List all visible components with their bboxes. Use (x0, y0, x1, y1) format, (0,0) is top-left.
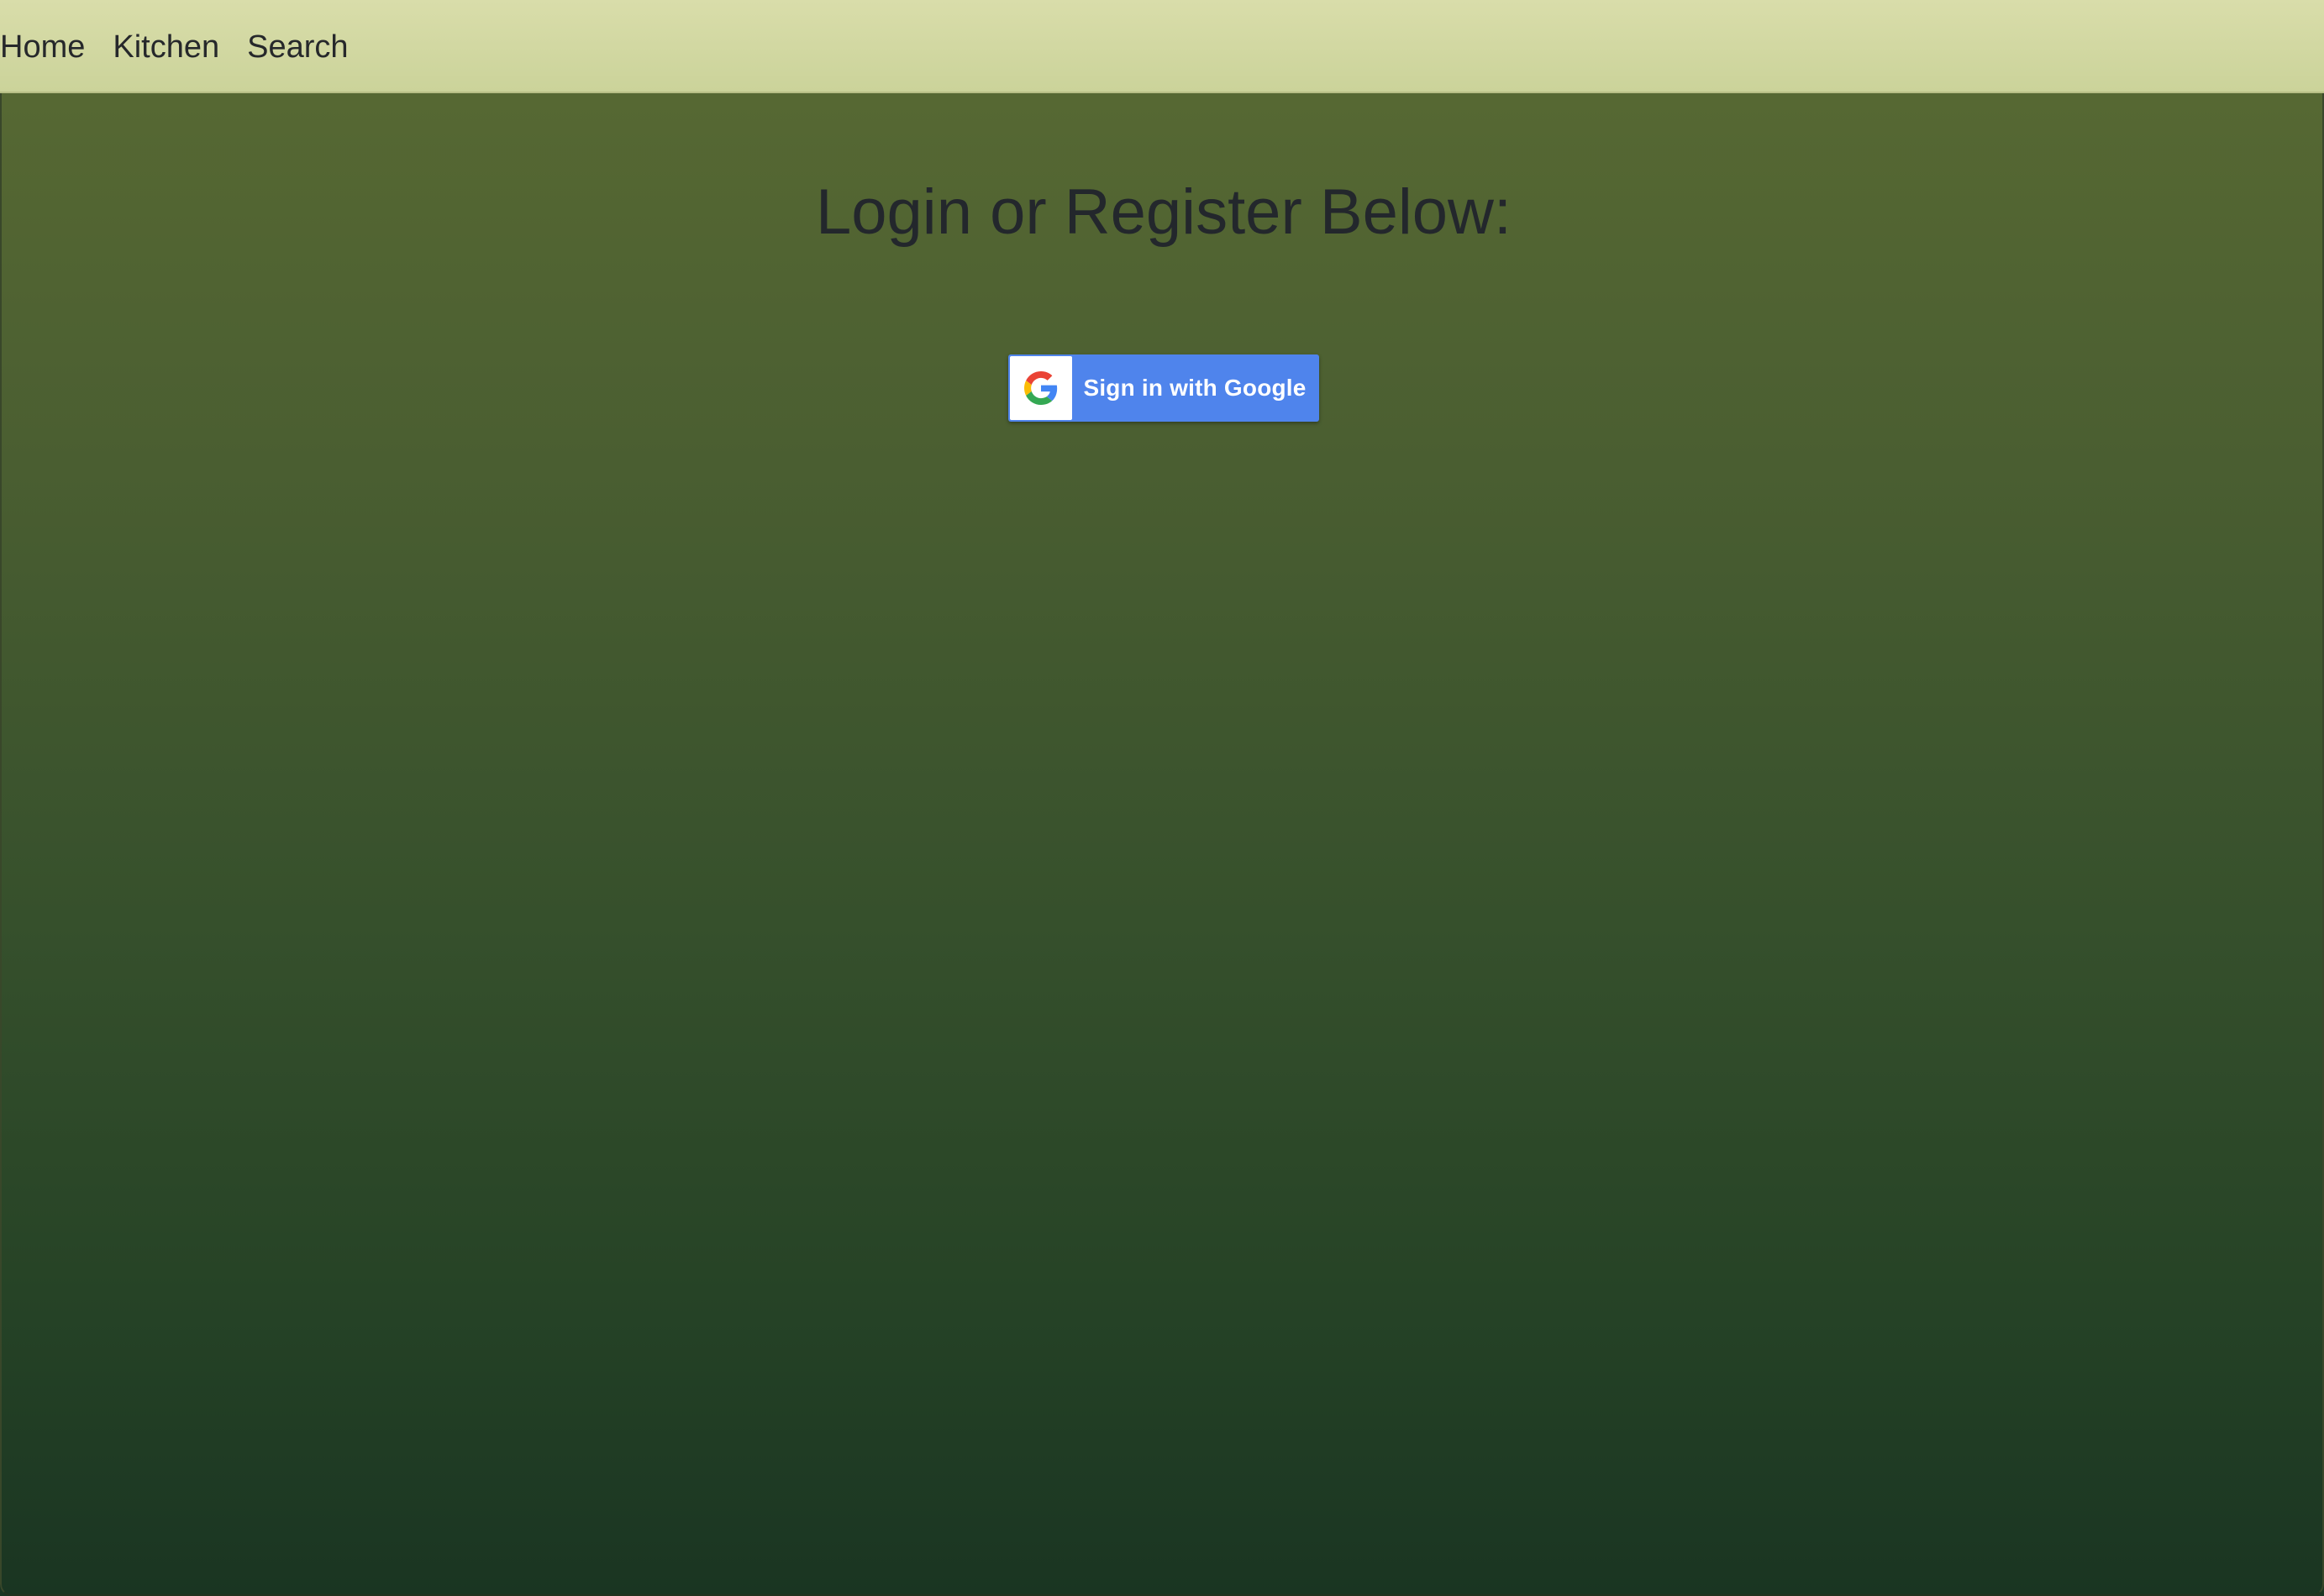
google-logo-box (1010, 356, 1072, 420)
main-content: Login or Register Below: Sign in with Go… (0, 93, 2324, 1596)
nav-link-home[interactable]: Home (0, 29, 85, 63)
sign-in-with-google-button[interactable]: Sign in with Google (1008, 354, 1319, 422)
app-window: Home Kitchen Search Login or Register Be… (0, 0, 2324, 1596)
nav-link-search[interactable]: Search (247, 29, 348, 63)
page-title: Login or Register Below: (816, 176, 1512, 248)
nav-link-kitchen[interactable]: Kitchen (113, 29, 219, 63)
google-g-icon (1024, 371, 1058, 405)
google-button-label: Sign in with Google (1083, 375, 1307, 401)
top-navbar: Home Kitchen Search (0, 0, 2324, 93)
